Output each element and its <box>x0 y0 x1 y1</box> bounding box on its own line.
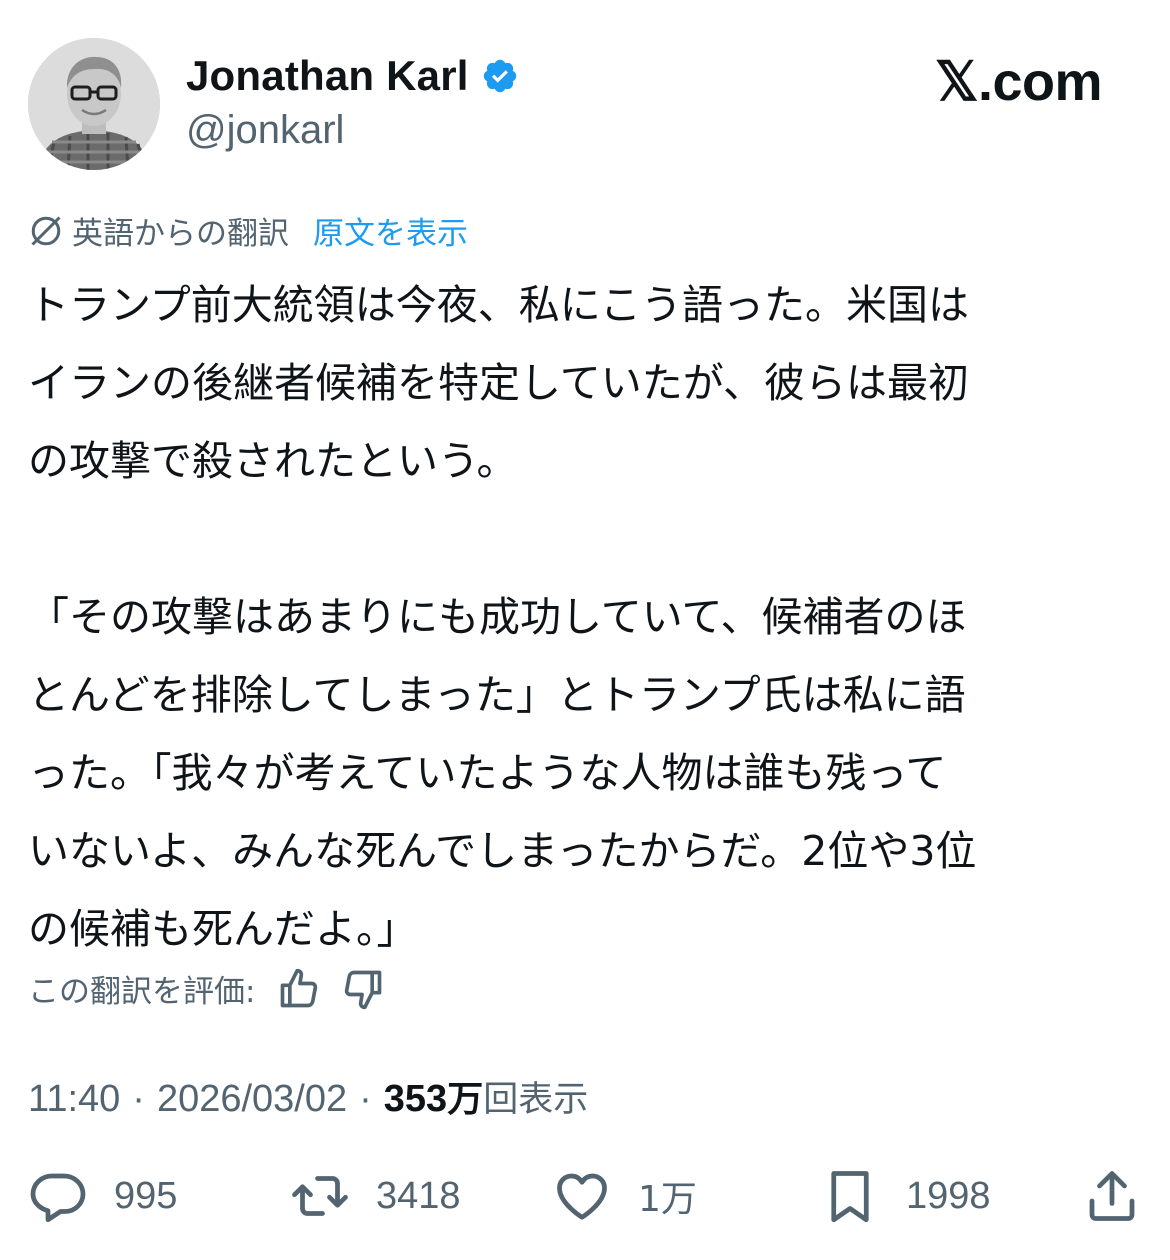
tweet-line: 「その攻撃はあまりにも成功していて、候補者のほ <box>28 593 967 641</box>
share-button[interactable] <box>1082 1160 1142 1232</box>
views-unit: 万 <box>447 1079 484 1120</box>
share-icon <box>1089 1171 1135 1221</box>
bookmark-count: 1998 <box>906 1174 991 1217</box>
like-button[interactable]: 1万 <box>552 1160 697 1232</box>
tweet-meta: 11:40 · 2026/03/02 · 353 万 回表示 <box>28 1070 588 1122</box>
thumbs-up-icon[interactable] <box>277 967 321 1011</box>
tweet-line: の攻撃で殺されたという。 <box>28 437 518 485</box>
show-original-link[interactable]: 原文を表示 <box>313 208 468 253</box>
tweet-text: トランプ前大統領は今夜、私にこう語った。米国は イランの後継者候補を特定していた… <box>28 266 1138 968</box>
tweet-line: の候補も死んだよ。」 <box>28 905 418 953</box>
repost-icon <box>292 1176 348 1216</box>
tweet-line: イランの後継者候補を特定していたが、彼らは最初 <box>28 359 969 407</box>
site-logo: 𝕏.com <box>934 52 1103 112</box>
repost-count: 3418 <box>376 1174 461 1217</box>
tweet-date[interactable]: 2026/03/02 <box>157 1078 347 1121</box>
translation-row: 英語からの翻訳 原文を表示 <box>28 208 468 253</box>
tweet-line: トランプ前大統領は今夜、私にこう語った。米国は <box>28 281 969 329</box>
reply-icon <box>30 1173 86 1223</box>
verified-badge-icon <box>483 59 516 93</box>
thumbs-down-icon[interactable] <box>341 967 385 1011</box>
translate-icon <box>31 215 61 246</box>
rate-translation-row: この翻訳を評価: <box>28 966 385 1011</box>
bookmark-button[interactable]: 1998 <box>820 1160 991 1232</box>
tweet-line: いないよ、みんな死んでしまったからだ。2位や3位 <box>28 827 977 875</box>
rate-translation-label: この翻訳を評価: <box>28 974 256 1010</box>
translation-label: 英語からの翻訳 <box>72 216 289 252</box>
tweet-line: った。「我々が考えていたような人物は誰も残って <box>28 749 947 797</box>
author-handle[interactable]: @jonkarl <box>186 108 344 153</box>
views-count: 353 <box>383 1078 448 1120</box>
meta-separator: · <box>359 1078 372 1120</box>
author-name[interactable]: Jonathan Karl <box>186 52 469 100</box>
bookmark-icon <box>831 1171 869 1223</box>
author-name-row: Jonathan Karl <box>186 52 519 100</box>
heart-icon <box>557 1173 607 1220</box>
views-label[interactable]: 回表示 <box>483 1071 588 1122</box>
author-avatar[interactable] <box>28 38 160 170</box>
meta-separator: · <box>132 1078 145 1120</box>
like-count: 1万 <box>638 1179 697 1220</box>
action-bar: 995 3418 1万 1998 <box>0 1160 1170 1232</box>
reply-button[interactable]: 995 <box>28 1160 177 1232</box>
reply-count: 995 <box>114 1174 178 1217</box>
tweet-time[interactable]: 11:40 <box>28 1078 120 1121</box>
repost-button[interactable]: 3418 <box>290 1160 461 1232</box>
tweet-line: とんどを排除してしまった」とトランプ氏は私に語 <box>28 671 966 719</box>
